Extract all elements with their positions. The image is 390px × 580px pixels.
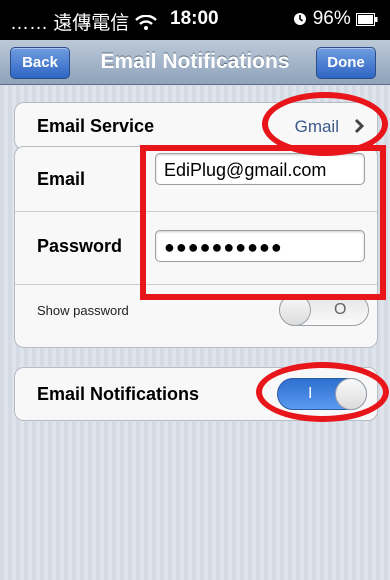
battery-percent: 96% — [312, 8, 351, 29]
email-label: Email — [37, 169, 86, 189]
wifi-icon — [134, 14, 157, 30]
credentials-highlight-rect — [140, 145, 386, 300]
email-notifications-label: Email Notifications — [37, 384, 200, 404]
navigation-bar: Back Email Notifications Done — [0, 40, 390, 85]
toggle-off-mark: O — [334, 301, 347, 318]
battery-indicator: 96% — [293, 8, 378, 30]
toggle-highlight-ellipse — [256, 362, 389, 422]
status-time: 18:00 — [170, 8, 219, 29]
carrier-label: …… 遠傳電信 — [10, 8, 157, 35]
battery-icon — [356, 13, 378, 26]
password-label: Password — [37, 236, 123, 256]
email-service-label: Email Service — [37, 116, 155, 136]
status-bar: …… 遠傳電信 18:00 96% — [0, 0, 390, 40]
show-password-label: Show password — [37, 303, 129, 318]
done-button[interactable]: Done — [316, 47, 376, 79]
alarm-icon — [294, 13, 307, 25]
